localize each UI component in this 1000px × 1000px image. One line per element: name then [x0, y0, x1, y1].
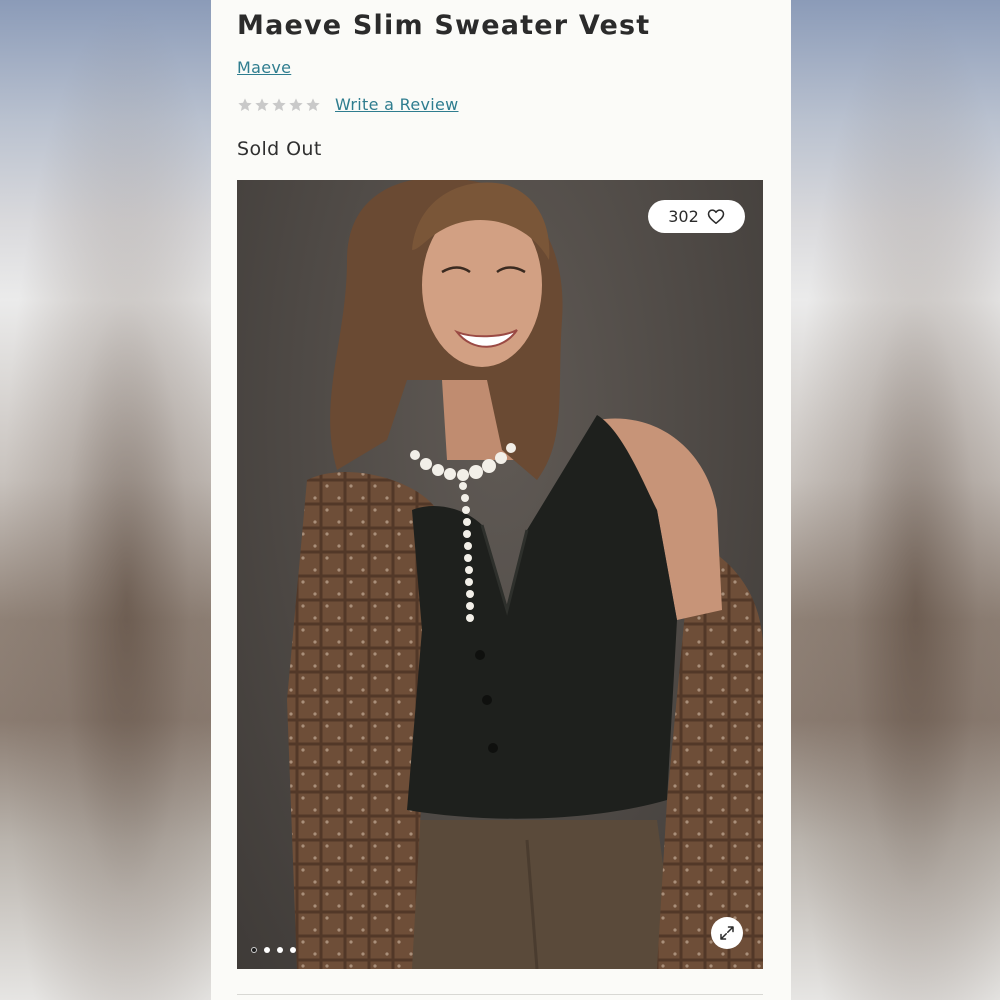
- stock-status: Sold Out: [237, 138, 322, 160]
- carousel-dot[interactable]: [251, 947, 257, 953]
- carousel-dot[interactable]: [277, 947, 283, 953]
- carousel-dots: [251, 947, 296, 953]
- section-divider: [237, 994, 763, 995]
- favorites-count: 302: [668, 207, 699, 226]
- star-icon: [289, 97, 303, 111]
- carousel-dot[interactable]: [264, 947, 270, 953]
- background-blur-left: [0, 0, 211, 1000]
- star-icon: [238, 97, 252, 111]
- product-title: Maeve Slim Sweater Vest: [237, 10, 651, 41]
- background-blur-right: [789, 0, 1000, 1000]
- expand-icon: [720, 926, 734, 940]
- favorite-button[interactable]: 302: [648, 200, 745, 233]
- heart-outline-icon: [707, 209, 725, 224]
- carousel-dot[interactable]: [290, 947, 296, 953]
- rating-row: Write a Review: [237, 95, 459, 114]
- star-icon: [272, 97, 286, 111]
- brand-link[interactable]: Maeve: [237, 58, 291, 77]
- product-page: Maeve Slim Sweater Vest Maeve Write a Re…: [211, 0, 791, 1000]
- expand-image-button[interactable]: [711, 917, 743, 949]
- product-image[interactable]: 302: [237, 180, 763, 969]
- rating-stars[interactable]: [237, 97, 321, 113]
- model-photo-illustration: [287, 180, 763, 969]
- write-review-link[interactable]: Write a Review: [335, 95, 459, 114]
- star-icon: [255, 97, 269, 111]
- star-icon: [306, 97, 320, 111]
